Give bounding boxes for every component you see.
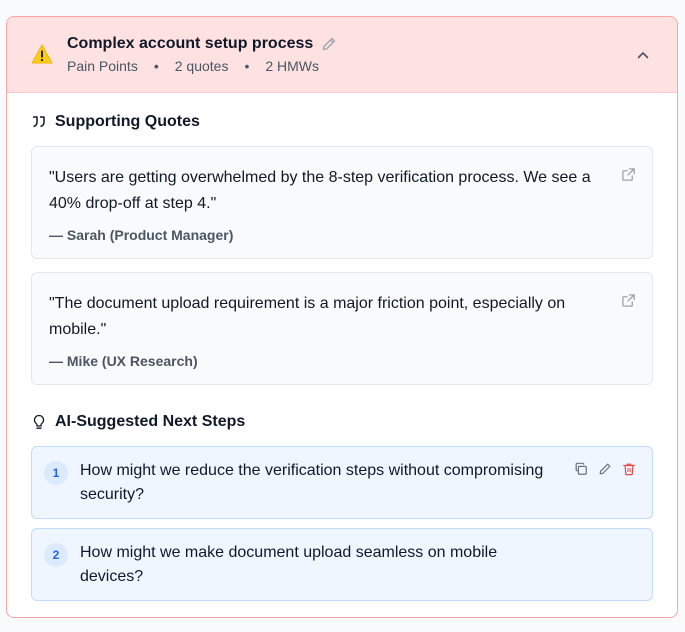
next-steps-heading: AI-Suggested Next Steps — [31, 413, 245, 431]
copy-icon[interactable] — [574, 462, 588, 476]
lightbulb-icon — [33, 414, 45, 429]
meta-separator: • — [153, 58, 159, 74]
section-title-text: Supporting Quotes — [55, 113, 200, 130]
insight-card: Complex account setup process Pain Point… — [6, 16, 678, 618]
title-row: Complex account setup process — [67, 35, 337, 53]
hmw-text: How might we reduce the verification ste… — [80, 462, 544, 503]
quote-card: "The document upload requirement is a ma… — [31, 272, 653, 385]
insight-header[interactable]: Complex account setup process Pain Point… — [7, 17, 677, 93]
hmw-item[interactable]: 2 How might we make document upload seam… — [31, 528, 653, 601]
quote-text: "Users are getting overwhelmed by the 8-… — [49, 169, 591, 212]
hmw-item[interactable]: 1 How might we reduce the verification s… — [31, 446, 653, 519]
warning-icon — [31, 43, 53, 64]
quote-text: "The document upload requirement is a ma… — [49, 295, 566, 338]
header-text: Complex account setup process Pain Point… — [67, 35, 337, 74]
category-label: Pain Points — [67, 58, 138, 74]
edit-icon[interactable] — [598, 462, 612, 476]
delete-icon[interactable] — [622, 462, 636, 476]
insight-meta: Pain Points • 2 quotes • 2 HMWs — [67, 58, 337, 74]
hmw-text: How might we make document upload seamle… — [80, 544, 498, 585]
chevron-up-icon[interactable] — [635, 47, 651, 63]
section-title-text: AI-Suggested Next Steps — [55, 413, 246, 430]
insight-title: Complex account setup process — [67, 35, 314, 52]
quote-card: "Users are getting overwhelmed by the 8-… — [31, 146, 653, 259]
external-link-icon[interactable] — [621, 293, 636, 308]
quotes-count: 2 quotes — [174, 58, 229, 74]
hmws-count: 2 HMWs — [265, 58, 320, 74]
external-link-icon[interactable] — [621, 167, 636, 182]
hmw-number-badge: 2 — [44, 543, 68, 567]
quote-author: — Sarah (Product Manager) — [49, 227, 234, 243]
meta-separator: • — [244, 58, 250, 74]
hmw-number-badge: 1 — [44, 461, 68, 485]
edit-title-icon[interactable] — [321, 36, 337, 52]
hmw-actions — [564, 462, 636, 476]
quote-author: — Mike (UX Research) — [49, 353, 198, 369]
quote-icon — [33, 116, 45, 128]
supporting-quotes-heading: Supporting Quotes — [31, 113, 200, 131]
